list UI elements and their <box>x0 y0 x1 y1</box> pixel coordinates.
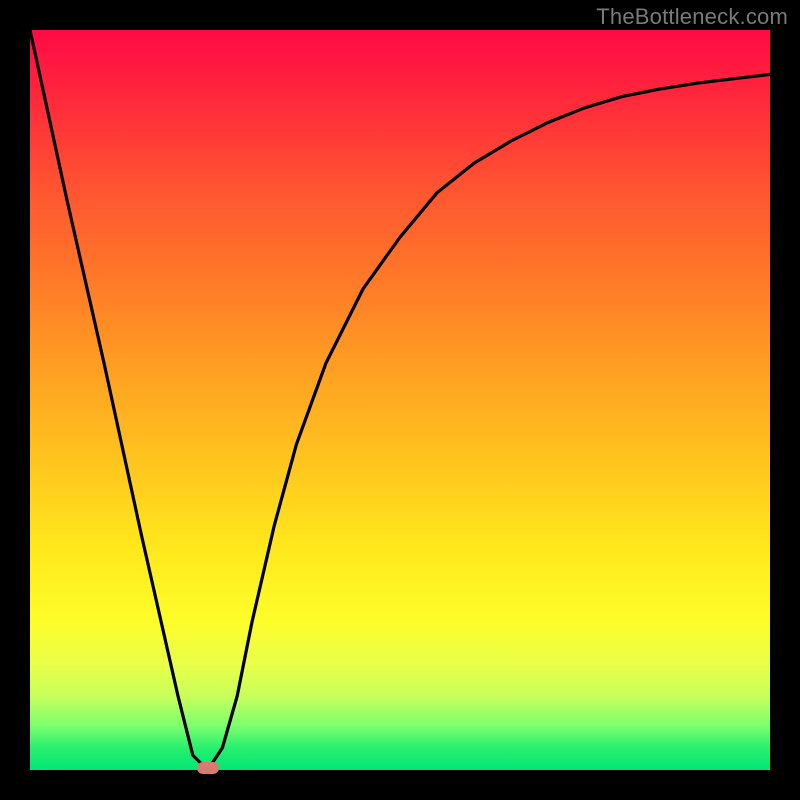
plot-area <box>30 30 770 770</box>
watermark-text: TheBottleneck.com <box>596 4 788 30</box>
bottleneck-curve <box>30 30 770 770</box>
chart-frame: TheBottleneck.com <box>0 0 800 800</box>
curve-svg <box>30 30 770 770</box>
minimum-marker <box>197 762 219 774</box>
